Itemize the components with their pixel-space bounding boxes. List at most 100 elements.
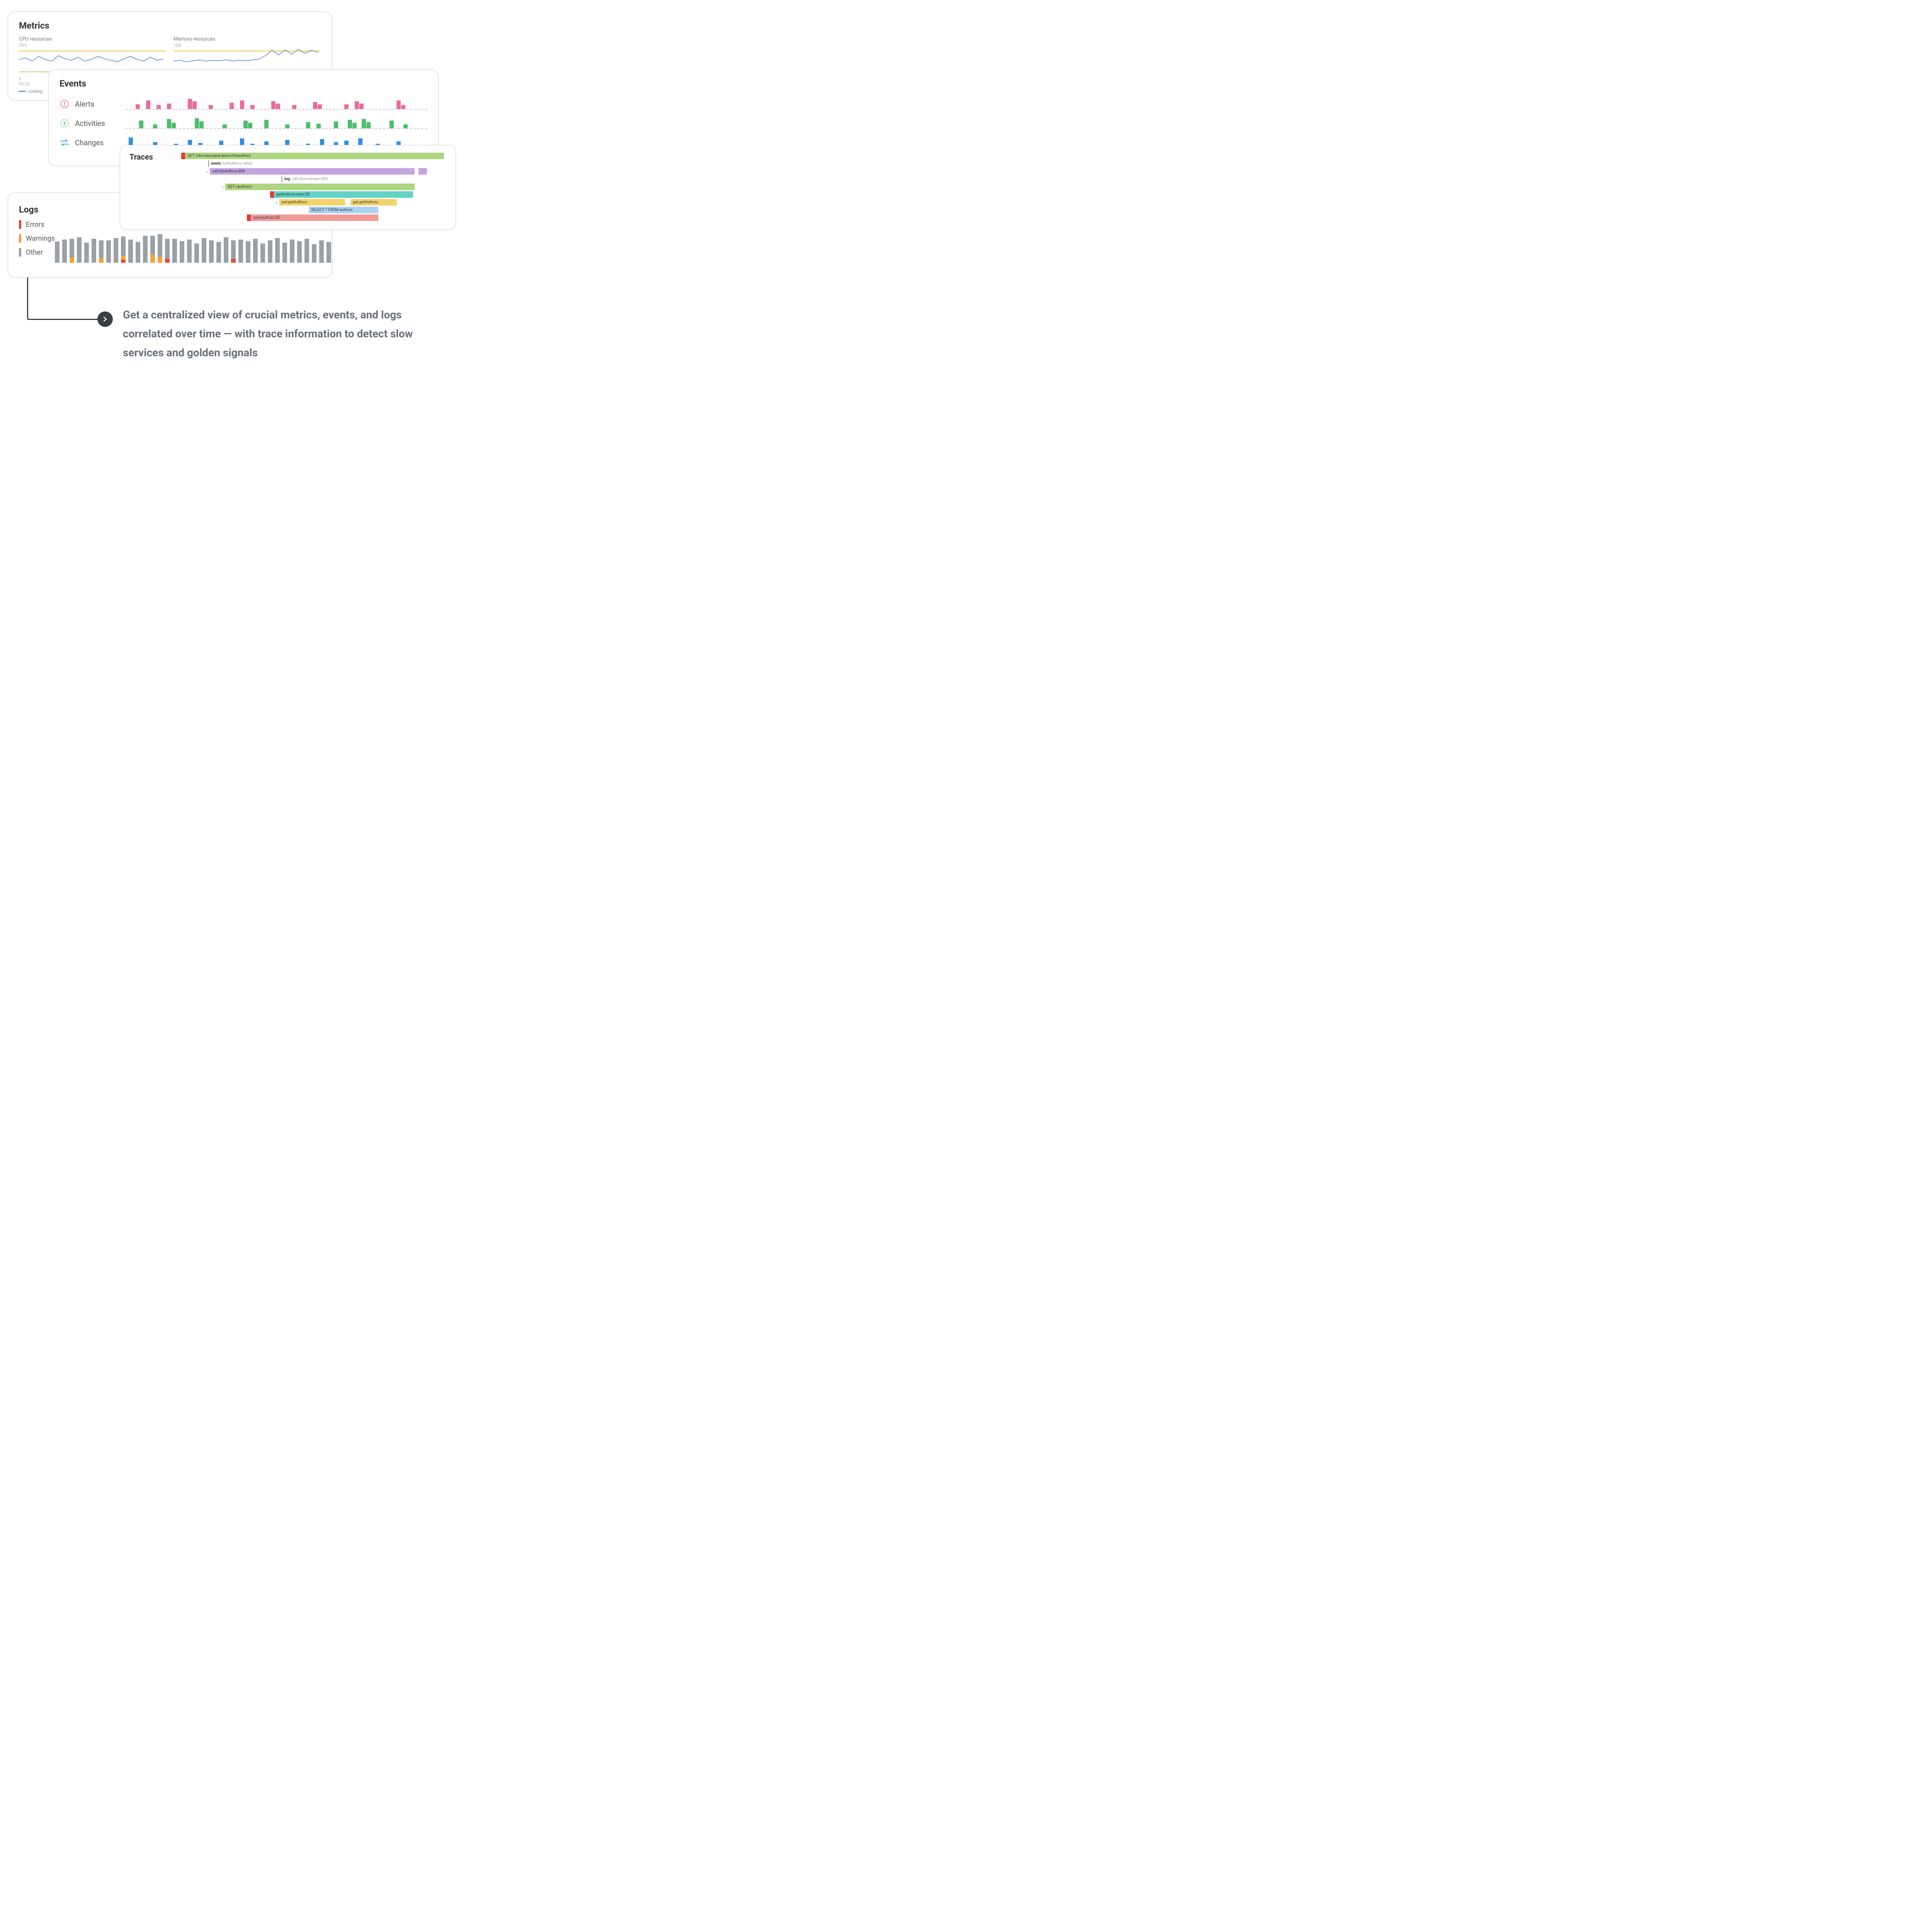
log-seg-other bbox=[77, 237, 82, 263]
event-bar bbox=[167, 104, 171, 109]
event-bars-activities bbox=[125, 117, 427, 129]
event-bar bbox=[209, 105, 213, 109]
log-bar bbox=[253, 239, 258, 263]
log-legend-label: Other bbox=[26, 248, 43, 257]
trace-span-root: GET /sts-trace-java-demo/listauthors bbox=[181, 152, 444, 160]
span-syncauthors: syncAuthors:50 bbox=[251, 214, 378, 221]
log-seg-other bbox=[150, 236, 155, 254]
mem-label: Memory resources bbox=[173, 36, 320, 42]
log-bar bbox=[268, 240, 272, 263]
log-seg-other bbox=[158, 234, 162, 257]
event-bar bbox=[264, 120, 269, 128]
log-legend-warnings: Warnings bbox=[19, 234, 55, 243]
traces-title: Traces bbox=[129, 152, 180, 162]
log-bar bbox=[282, 243, 287, 263]
span-call: call-listauthors:800 bbox=[210, 168, 415, 175]
event-bar bbox=[362, 119, 366, 128]
log-seg-other bbox=[231, 240, 236, 259]
log-seg-other bbox=[99, 240, 104, 258]
log-bar bbox=[165, 239, 170, 263]
log-seg-other bbox=[180, 241, 184, 263]
chevron-down-icon[interactable]: ⌄ bbox=[204, 169, 210, 173]
event-bar bbox=[292, 105, 296, 109]
description-text: Get a centralized view of crucial metric… bbox=[123, 305, 444, 362]
trace-log-row: log: call-downstream:800 bbox=[181, 175, 444, 183]
log-bar bbox=[106, 240, 111, 263]
event-bar bbox=[188, 99, 192, 109]
event-label: event: listAuthors called bbox=[211, 162, 252, 166]
log-label: log: call-downstream:800 bbox=[284, 177, 328, 181]
log-seg-warnings bbox=[121, 256, 126, 260]
trace-span-get: ⌄ GET /authors/ bbox=[181, 183, 444, 190]
span-call-tail bbox=[418, 168, 427, 175]
log-bar bbox=[194, 243, 199, 263]
log-seg-other bbox=[297, 241, 302, 263]
log-seg-other bbox=[246, 241, 250, 263]
span-root: GET /sts-trace-java-demo/listauthors bbox=[185, 153, 444, 159]
log-bar bbox=[187, 240, 192, 263]
bullet-icon bbox=[97, 311, 113, 327]
event-row-alerts: Alerts bbox=[60, 94, 427, 114]
event-bars-alerts bbox=[125, 98, 427, 110]
log-bar bbox=[231, 240, 236, 263]
legend-label: catalog bbox=[28, 89, 42, 94]
log-seg-other bbox=[275, 238, 280, 263]
log-legend-other: Other bbox=[19, 248, 55, 257]
logs-legend: Errors Warnings Other bbox=[19, 220, 55, 263]
log-bar bbox=[216, 242, 221, 263]
event-bar bbox=[396, 100, 401, 109]
cpu-y-bottom: 0 bbox=[19, 77, 21, 82]
logs-chart bbox=[55, 228, 331, 263]
trace-span-call: ⌄ call-listauthors:800 bbox=[181, 168, 444, 175]
trace-event-row: event: listAuthors called bbox=[181, 160, 444, 167]
log-legend-label: Warnings bbox=[26, 235, 55, 243]
event-label-activities: Activities bbox=[75, 119, 121, 128]
chevron-down-icon[interactable]: ⌄ bbox=[220, 185, 225, 189]
log-seg-other bbox=[172, 239, 177, 263]
log-seg-other bbox=[268, 240, 272, 263]
event-bar bbox=[271, 101, 276, 109]
legend-swatch bbox=[19, 91, 26, 92]
log-bar bbox=[77, 237, 82, 263]
event-tick bbox=[208, 160, 209, 167]
event-bar bbox=[230, 103, 234, 109]
log-legend-label: Errors bbox=[26, 221, 44, 229]
log-seg-other bbox=[290, 240, 294, 263]
event-bar bbox=[334, 121, 338, 128]
log-bar bbox=[92, 239, 96, 263]
log-seg-other bbox=[319, 240, 324, 263]
log-bar bbox=[62, 240, 67, 263]
event-bar bbox=[276, 104, 280, 109]
changes-icon bbox=[60, 138, 70, 148]
log-bar bbox=[114, 238, 118, 263]
chevron-right-icon bbox=[102, 316, 108, 322]
log-seg-other bbox=[84, 243, 89, 263]
event-bar bbox=[316, 124, 321, 128]
event-bar bbox=[318, 104, 322, 109]
log-seg-other bbox=[136, 242, 140, 263]
traces-card: Traces GET /sts-trace-java-demo/listauth… bbox=[120, 145, 456, 230]
event-bar bbox=[153, 124, 157, 128]
connector-line bbox=[27, 277, 104, 320]
trace-span-syncauthors: syncAuthors:50 bbox=[181, 214, 444, 221]
error-icon bbox=[247, 214, 251, 221]
log-seg-other bbox=[114, 238, 118, 263]
log-bar bbox=[150, 236, 155, 263]
chevron-down-icon[interactable]: ⌄ bbox=[274, 200, 279, 204]
event-bar bbox=[285, 124, 289, 128]
event-bar bbox=[359, 104, 364, 109]
event-bar bbox=[306, 122, 310, 128]
log-seg-other bbox=[209, 240, 214, 263]
event-bar bbox=[250, 105, 255, 109]
event-bar bbox=[401, 105, 405, 109]
log-bar bbox=[84, 243, 89, 263]
event-bar bbox=[172, 123, 176, 128]
log-seg-other bbox=[327, 242, 331, 263]
log-seg-other bbox=[70, 239, 74, 257]
log-seg-other bbox=[143, 236, 148, 263]
log-bar bbox=[128, 240, 133, 263]
log-seg-other bbox=[62, 240, 67, 263]
log-bar bbox=[327, 242, 331, 263]
log-seg-other bbox=[92, 239, 96, 263]
span-put: put:getAuthors bbox=[279, 199, 345, 206]
